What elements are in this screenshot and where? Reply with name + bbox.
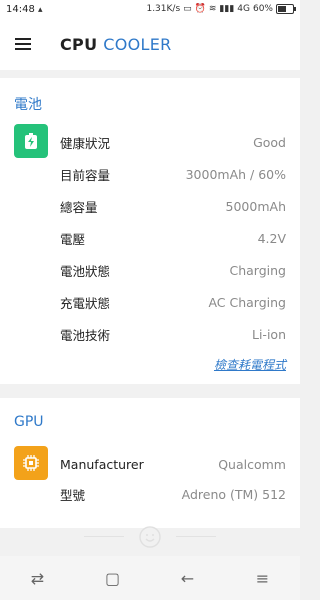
battery-charging-icon <box>14 124 48 158</box>
battery-row-health: 健康狀況 Good <box>60 134 286 151</box>
more-menu-icon[interactable]: ≡ <box>243 569 283 588</box>
gpu-section-title: GPU <box>14 414 44 430</box>
alarm-icon: ⏰ <box>194 4 206 14</box>
switch-arrows-icon[interactable]: ⇄ <box>18 569 58 588</box>
battery-row-voltage: 電壓 4.2V <box>60 230 286 247</box>
battery-row-total-capacity: 總容量 5000mAh <box>60 198 286 215</box>
check-power-apps-link[interactable]: 檢查耗電程式 <box>214 356 286 373</box>
battery-row-current-capacity: 目前容量 3000mAh / 60% <box>60 166 286 183</box>
gpu-row-model: 型號 Adreno (TM) 512 <box>60 486 286 503</box>
app-title-cooler: COOLER <box>103 35 172 54</box>
app-bar: CPU COOLER <box>0 20 300 70</box>
battery-section-title: 電池 <box>14 97 42 113</box>
signal-label: 4G <box>237 4 250 14</box>
signal-icon: ▮▮▮ <box>219 4 235 14</box>
battery-row-status: 電池狀態 Charging <box>60 262 286 279</box>
gpu-card: GPU Manufacturer Qualcomm 型號 Adreno (TM)… <box>0 398 300 528</box>
battery-row-technology: 電池技術 Li-ion <box>60 326 286 343</box>
wifi-icon: ≋ <box>208 4 217 14</box>
status-bar: 14:48 ▴ 1.31K/s ▭ ⏰ ≋ ▮▮▮ 4G 60% <box>0 0 300 20</box>
status-time: 14:48 <box>6 4 35 15</box>
smiley-icon <box>139 526 161 548</box>
gpu-row-manufacturer: Manufacturer Qualcomm <box>60 456 286 472</box>
notification-icons: ▴ <box>38 5 43 15</box>
battery-percent: 60% <box>252 4 273 14</box>
chip-icon <box>14 446 48 480</box>
app-title: CPU COOLER <box>60 35 172 54</box>
cast-icon: ▭ <box>183 4 192 14</box>
battery-card: 電池 健康狀況 Good 目前容量 3000mAh / 60% 總容量 5000… <box>0 78 300 384</box>
battery-row-charging-status: 充電狀態 AC Charging <box>60 294 286 311</box>
status-right: 1.31K/s ▭ ⏰ ≋ ▮▮▮ 4G 60% <box>146 4 296 14</box>
square-home-icon[interactable]: ▢ <box>93 569 133 588</box>
hamburger-menu-icon[interactable] <box>15 38 31 50</box>
loading-indicator <box>84 525 216 549</box>
network-speed: 1.31K/s <box>146 4 181 14</box>
back-arrow-icon[interactable]: ← <box>168 569 208 588</box>
app-title-cpu: CPU <box>60 35 98 54</box>
system-nav-bar: ⇄ ▢ ← ≡ <box>0 556 300 600</box>
battery-status-icon <box>276 4 296 14</box>
